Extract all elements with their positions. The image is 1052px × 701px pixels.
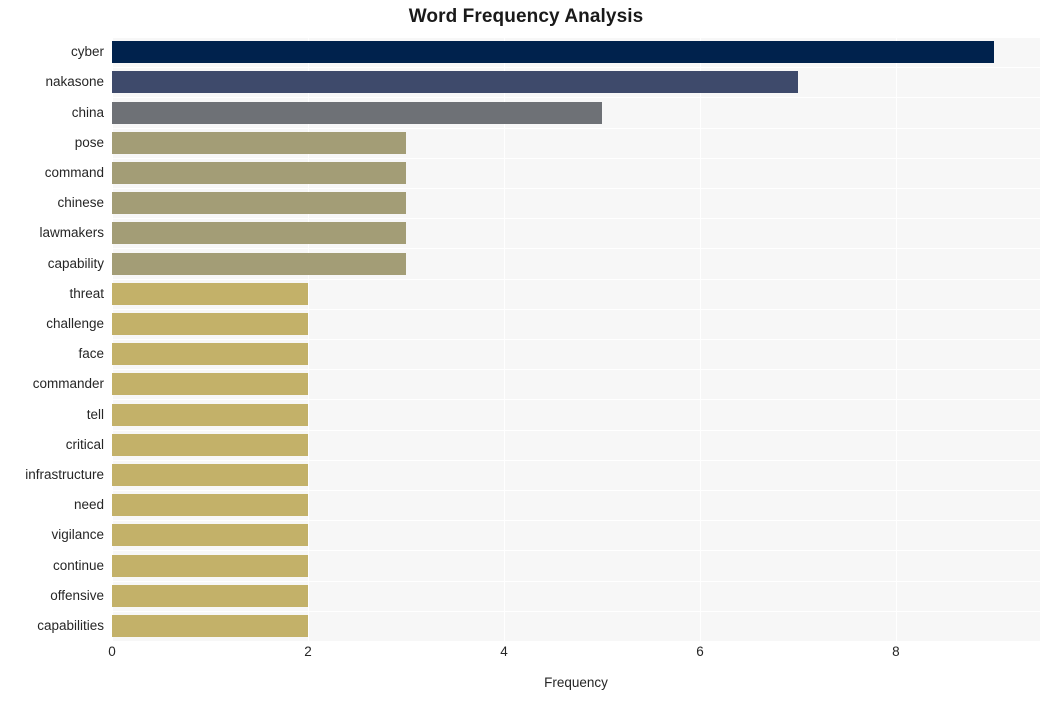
bar[interactable] [112,463,308,486]
y-axis-tick-label: pose [74,134,104,150]
bar[interactable] [112,131,406,154]
y-axis-tick-label: lawmakers [39,225,104,241]
bar[interactable] [112,101,602,124]
y-axis-tick-label: need [73,497,104,513]
y-axis-tick-label: challenge [46,315,104,331]
x-axis-tick-label: 0 [108,644,116,659]
y-axis-tick-label: capabilities [37,617,104,633]
y-axis-tick-label: tell [86,406,104,422]
bar[interactable] [112,614,308,637]
plot-area [112,37,1040,642]
x-axis-tick-label: 4 [500,644,508,659]
x-axis-tick-label: 8 [892,644,900,659]
y-axis-labels: cyber nakasone china pose command chinese lawm… [0,37,104,641]
bar[interactable] [112,494,308,517]
x-axis-title: Frequency [544,675,608,690]
bar[interactable] [112,312,308,335]
bar[interactable] [112,282,308,305]
bar[interactable] [112,71,798,94]
bar[interactable] [112,192,406,215]
bar[interactable] [112,161,406,184]
page-title: Word Frequency Analysis [408,6,644,27]
bar[interactable] [112,41,994,64]
y-axis-tick-label: capability [47,255,104,271]
bar[interactable] [112,403,308,426]
bar[interactable] [112,554,308,577]
chart-figure: Word Frequency Analysis cyber nakasone chi… [0,0,1052,701]
bar[interactable] [112,252,406,275]
y-axis-tick-label: china [71,104,104,120]
bar[interactable] [112,373,308,396]
y-axis-tick-label: offensive [50,587,104,603]
bar[interactable] [112,584,308,607]
bars-layer [112,37,1040,641]
y-axis-tick-label: command [44,164,104,180]
y-axis-tick-label: continue [52,557,104,573]
bar[interactable] [112,433,308,456]
y-axis-tick-label: infrastructure [25,466,104,482]
y-axis-tick-label: critical [65,436,104,452]
gridline-horizontal [112,641,1040,642]
y-axis-tick-label: nakasone [45,74,104,90]
y-axis-tick-label: chinese [57,195,104,211]
y-axis-tick-label: threat [69,285,104,301]
x-axis-ticks: 0 2 4 6 8 [0,645,1052,669]
bar[interactable] [112,524,308,547]
y-axis-tick-label: cyber [70,44,104,60]
x-axis-tick-label: 2 [304,644,312,659]
x-axis-tick-label: 6 [696,644,704,659]
y-axis-tick-label: commander [32,376,104,392]
bar[interactable] [112,222,406,245]
y-axis-tick-label: vigilance [51,527,104,543]
y-axis-tick-label: face [78,346,104,362]
bar[interactable] [112,343,308,366]
